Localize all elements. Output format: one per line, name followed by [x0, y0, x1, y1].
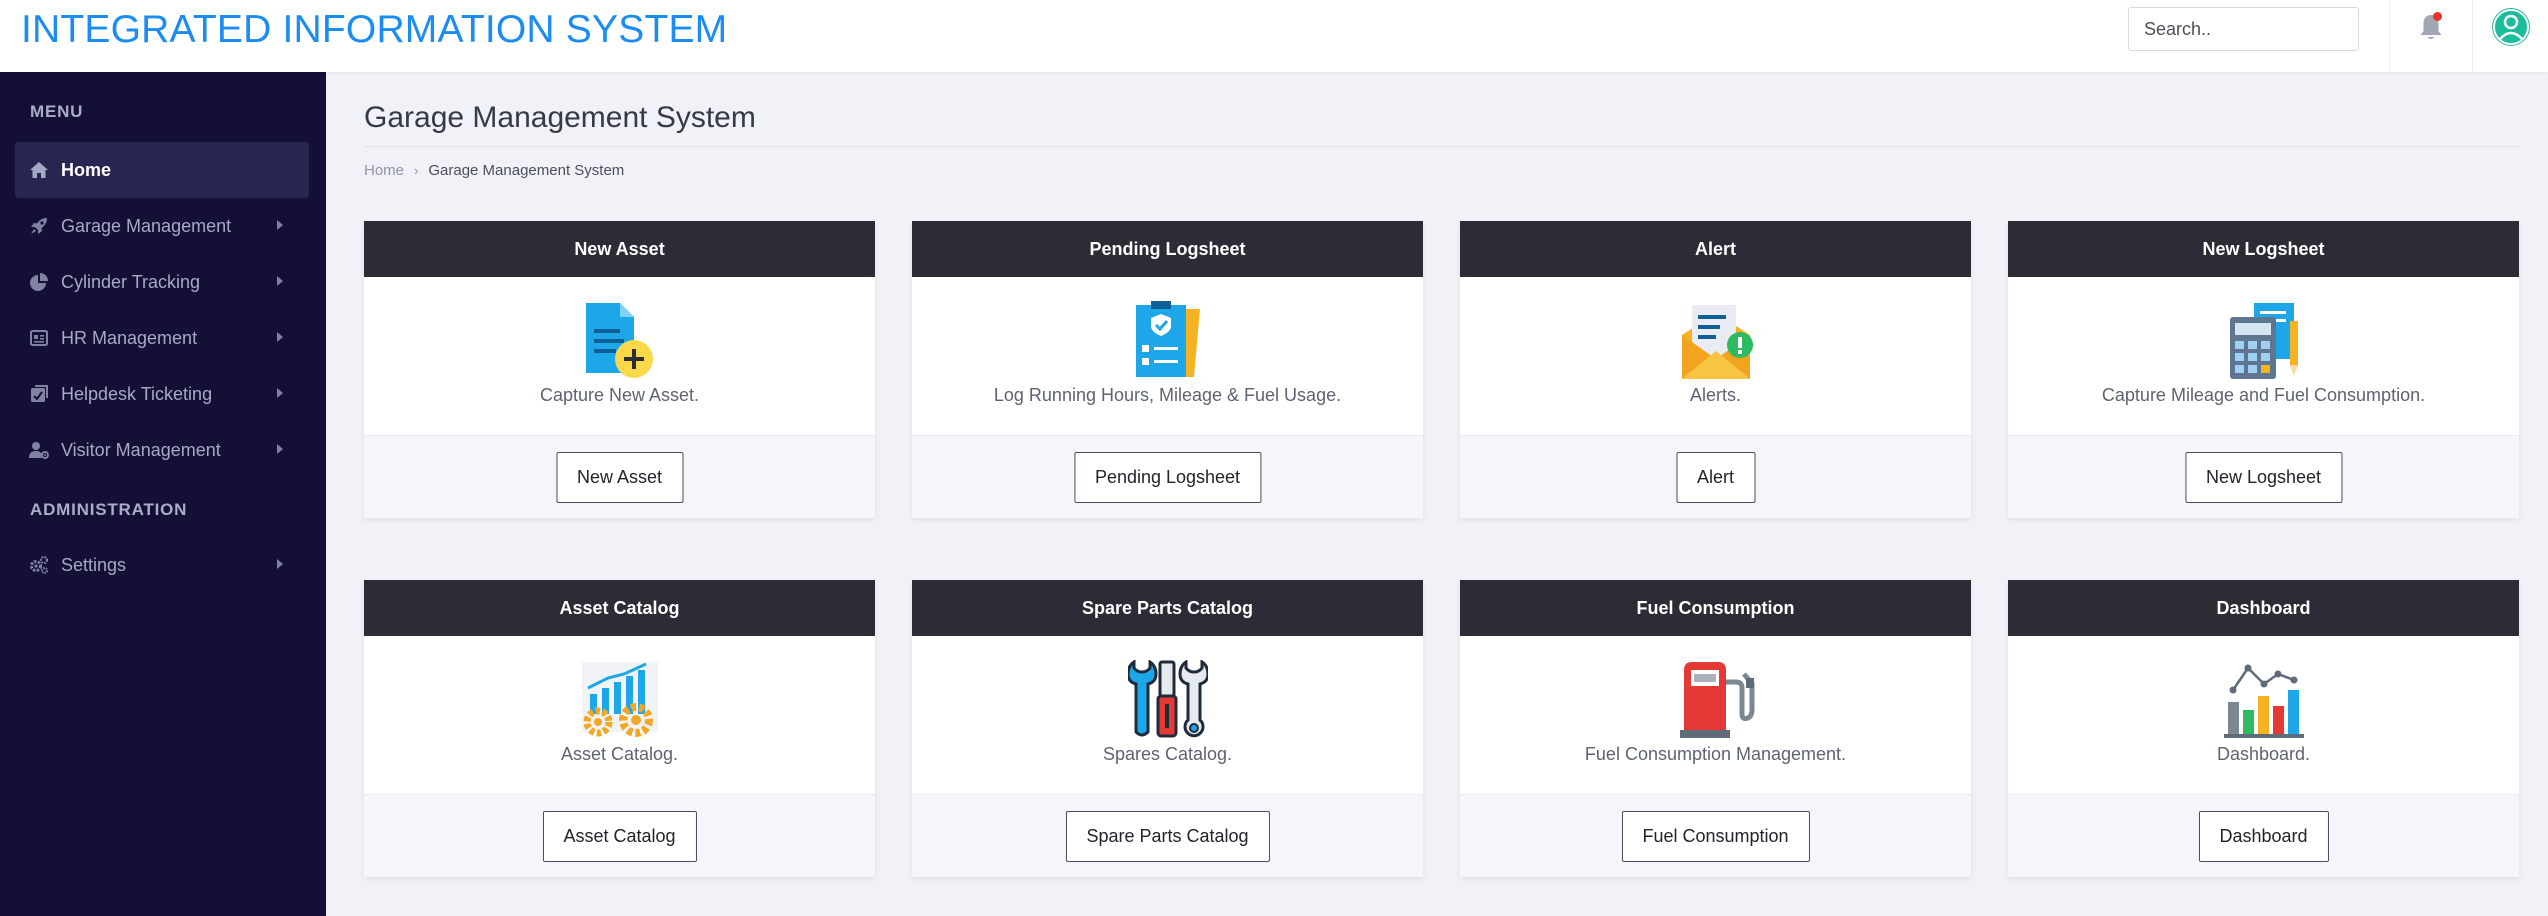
sidebar-item-visitor-management[interactable]: Visitor Management — [15, 422, 309, 478]
bar-chart-icon — [2224, 664, 2304, 738]
dashboard-button[interactable]: Dashboard — [2198, 811, 2329, 862]
card-description: Asset Catalog. — [560, 744, 679, 764]
card-new-logsheet: New Logsheet Capture Mileage and Fuel Co… — [2008, 221, 2519, 518]
card-title: New Asset — [364, 221, 875, 277]
sidebar-item-label: Cylinder Tracking — [61, 272, 201, 292]
spare-parts-catalog-button[interactable]: Spare Parts Catalog — [1065, 811, 1270, 862]
sidebar-item-label: Garage Management — [61, 216, 232, 236]
page-title: Garage Management System — [364, 101, 756, 134]
card-description: Fuel Consumption Management. — [1584, 744, 1847, 764]
card-dashboard: Dashboard Dashboard. Dashboard — [2008, 580, 2519, 877]
card-footer: Alert — [1460, 435, 1971, 518]
sidebar-item-settings[interactable]: Settings — [15, 537, 309, 593]
card-title: New Logsheet — [2008, 221, 2519, 277]
card-title: Spare Parts Catalog — [912, 580, 1423, 636]
fuel-pump-icon — [1680, 662, 1755, 738]
breadcrumb-home-link[interactable]: Home — [364, 162, 404, 179]
card-description: Log Running Hours, Mileage & Fuel Usage. — [993, 385, 1342, 405]
card-description: Capture Mileage and Fuel Consumption. — [2101, 385, 2426, 405]
mail-alert-icon — [1682, 305, 1753, 379]
card-footer: Dashboard — [2008, 794, 2519, 877]
chevron-right-icon — [277, 220, 283, 230]
card-fuel-consumption: Fuel Consumption Fuel Consumption Manage… — [1460, 580, 1971, 877]
new-logsheet-button[interactable]: New Logsheet — [2184, 452, 2343, 503]
card-new-asset: New Asset Capture New Asset. New Asset — [364, 221, 875, 518]
card-description: Spares Catalog. — [1102, 744, 1233, 764]
breadcrumb-current: Garage Management System — [428, 162, 625, 179]
sidebar-item-garage-management[interactable]: Garage Management — [15, 198, 309, 254]
card-description: Alerts. — [1689, 385, 1741, 405]
sidebar-item-label: Settings — [61, 555, 127, 575]
title-divider — [364, 146, 2520, 147]
chevron-right-icon: › — [414, 163, 419, 178]
asset-catalog-button[interactable]: Asset Catalog — [542, 811, 697, 862]
app-brand[interactable]: INTEGRATED INFORMATION SYSTEM — [21, 8, 727, 52]
card-footer: New Asset — [364, 435, 875, 518]
chevron-right-icon — [277, 559, 283, 569]
card-footer: Asset Catalog — [364, 794, 875, 877]
card-asset-catalog: Asset Catalog Asset Catalog. Asset Catal… — [364, 580, 875, 877]
card-title: Fuel Consumption — [1460, 580, 1971, 636]
chevron-right-icon — [277, 444, 283, 454]
home-icon — [30, 162, 48, 178]
chart-gears-icon — [582, 662, 658, 737]
sidebar-item-cylinder-tracking[interactable]: Cylinder Tracking — [15, 254, 309, 310]
pie-chart-icon — [30, 273, 48, 291]
tools-icon — [1128, 660, 1208, 738]
card-footer: New Logsheet — [2008, 435, 2519, 518]
chevron-right-icon — [277, 276, 283, 286]
card-description: Capture New Asset. — [539, 385, 700, 405]
card-pending-logsheet: Pending Logsheet Log Running Hours, Mile… — [912, 221, 1423, 518]
card-title: Pending Logsheet — [912, 221, 1423, 277]
calculator-icon — [2230, 303, 2298, 379]
user-avatar[interactable] — [2491, 7, 2531, 47]
sidebar-item-label: Helpdesk Ticketing — [61, 384, 213, 404]
card-description: Dashboard. — [2216, 744, 2311, 764]
header-divider — [2389, 0, 2390, 72]
new-asset-button[interactable]: New Asset — [555, 452, 684, 503]
id-card-icon — [30, 330, 48, 346]
header-divider — [2472, 0, 2473, 72]
breadcrumb: Home › Garage Management System — [364, 162, 624, 179]
checklist-icon — [1136, 301, 1200, 377]
card-title: Asset Catalog — [364, 580, 875, 636]
user-gear-icon — [29, 442, 49, 459]
card-footer: Spare Parts Catalog — [912, 794, 1423, 877]
sidebar-item-hr-management[interactable]: HR Management — [15, 310, 309, 366]
search-input[interactable] — [2128, 7, 2359, 51]
card-footer: Fuel Consumption — [1460, 794, 1971, 877]
alert-button[interactable]: Alert — [1675, 452, 1756, 503]
menu-section-title: MENU — [30, 102, 84, 121]
new-document-icon — [586, 303, 653, 378]
chevron-right-icon — [277, 332, 283, 342]
card-title: Alert — [1460, 221, 1971, 277]
card-title: Dashboard — [2008, 580, 2519, 636]
sidebar-item-label: Home — [61, 160, 112, 180]
card-spare-parts-catalog: Spare Parts Catalog Spares Catalog. Spar… — [912, 580, 1423, 877]
sidebar-item-label: HR Management — [61, 328, 198, 348]
gears-icon — [30, 555, 49, 574]
rocket-icon — [31, 218, 47, 234]
sidebar: MENU Home Garage Management Cylinder Tra… — [0, 72, 326, 916]
sidebar-item-helpdesk-ticketing[interactable]: Helpdesk Ticketing — [15, 366, 309, 422]
card-footer: Pending Logsheet — [912, 435, 1423, 518]
card-alert: Alert Alerts. Alert — [1460, 221, 1971, 518]
notification-bell-icon[interactable] — [2416, 10, 2446, 44]
ticket-icon — [31, 385, 48, 402]
sidebar-item-home[interactable]: Home — [15, 142, 309, 198]
sidebar-item-label: Visitor Management — [61, 440, 221, 460]
admin-section-title: ADMINISTRATION — [30, 500, 188, 519]
top-header: INTEGRATED INFORMATION SYSTEM — [0, 0, 2548, 72]
fuel-consumption-button[interactable]: Fuel Consumption — [1621, 811, 1810, 862]
chevron-right-icon — [277, 388, 283, 398]
pending-logsheet-button[interactable]: Pending Logsheet — [1073, 452, 1262, 503]
